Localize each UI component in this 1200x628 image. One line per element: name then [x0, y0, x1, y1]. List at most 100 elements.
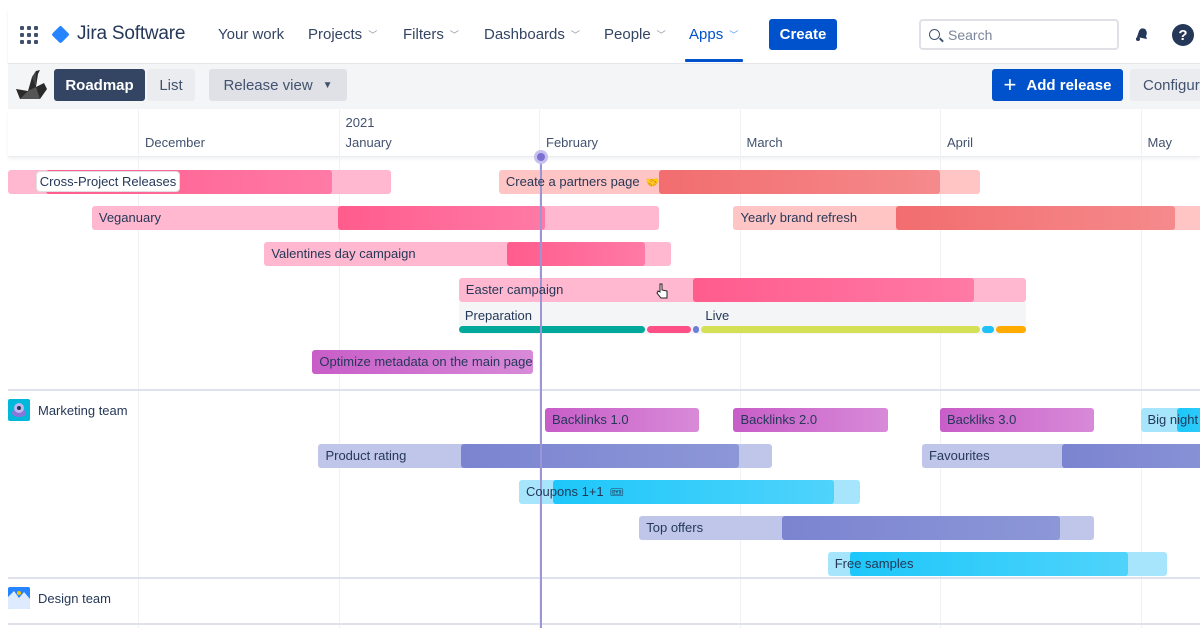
- release-view-dropdown[interactable]: Release view ▼: [209, 69, 347, 101]
- add-release-label: Add release: [1026, 76, 1112, 94]
- group-separator: [8, 623, 1200, 625]
- chevron-down-icon: ﹀: [729, 30, 739, 40]
- hand-cursor-icon: [656, 283, 668, 299]
- release-bar[interactable]: Cross-Project Releases: [7, 170, 391, 194]
- help-icon[interactable]: ?: [1172, 24, 1194, 46]
- search-placeholder: Search: [948, 26, 993, 43]
- list-tab[interactable]: List: [147, 69, 195, 101]
- release-bar[interactable]: Favourites: [921, 444, 1200, 468]
- configure-button[interactable]: Configure: [1130, 69, 1200, 101]
- nav-filters[interactable]: Filters ﹀: [403, 26, 459, 43]
- release-label: Veganuary: [98, 210, 162, 225]
- roadmap-tab[interactable]: Roadmap: [54, 69, 145, 101]
- month-label-march: March: [746, 135, 783, 150]
- phase-segment[interactable]: [647, 326, 692, 333]
- release-progress-fill: [781, 516, 1061, 540]
- release-bar[interactable]: Top offers: [639, 516, 1095, 540]
- nav-dashboards[interactable]: Dashboards ﹀: [484, 26, 580, 43]
- release-bar[interactable]: Free samples: [827, 552, 1167, 576]
- release-bar[interactable]: Create a partners page 🤝: [498, 170, 981, 194]
- release-bar[interactable]: Valentines day campaign: [264, 242, 672, 266]
- month-header: 2021 December January February March April Ma…: [8, 109, 1200, 157]
- release-label: Free samples: [834, 556, 914, 571]
- bell-icon[interactable]: [1134, 26, 1150, 42]
- nav-projects[interactable]: Projects ﹀: [308, 26, 377, 43]
- handshake-icon: 🤝: [645, 177, 660, 189]
- release-label: Cross-Project Releases: [36, 172, 180, 191]
- month-label-february: February: [546, 135, 599, 150]
- group-name: Marketing team: [38, 402, 128, 418]
- phase-segment[interactable]: [982, 326, 995, 333]
- chevron-down-icon: ﹀: [368, 30, 378, 40]
- nav-projects-label: Projects: [308, 26, 363, 43]
- month-label-may: May: [1147, 135, 1173, 150]
- year-label: 2021: [345, 115, 375, 130]
- app-switcher-icon[interactable]: [20, 26, 38, 44]
- nav-your-work[interactable]: Your work: [218, 26, 284, 43]
- nav-dashboards-label: Dashboards: [484, 26, 565, 43]
- nav-people-label: People: [604, 26, 651, 43]
- release-bar[interactable]: Veganuary: [91, 206, 660, 230]
- today-marker-handle[interactable]: [534, 150, 548, 164]
- release-progress-fill: [1062, 444, 1200, 468]
- release-progress-fill: [506, 242, 646, 266]
- group-separator: [8, 389, 1200, 391]
- group-label: Design team: [8, 587, 111, 609]
- release-bar[interactable]: Easter campaign: [458, 278, 1027, 302]
- chevron-down-icon: ﹀: [449, 30, 459, 40]
- phase-segment[interactable]: [996, 326, 1027, 333]
- release-bar[interactable]: Coupons 1+1 🎟: [518, 480, 860, 504]
- mountains-avatar-icon: [8, 587, 30, 609]
- app-name: Jira Software: [77, 23, 186, 44]
- release-label: Backlinks 2.0: [740, 412, 818, 427]
- active-tab-indicator: [685, 59, 743, 62]
- nav-people[interactable]: People ﹀: [604, 26, 666, 43]
- release-view-label: Release view: [223, 76, 313, 94]
- chevron-down-icon: ▼: [322, 79, 333, 91]
- release-bar[interactable]: Backlinks 2.0: [733, 408, 888, 432]
- release-bar[interactable]: Product rating: [318, 444, 772, 468]
- release-progress-fill: [460, 444, 740, 468]
- nav-apps-label: Apps: [689, 26, 724, 43]
- robot-avatar-icon: [8, 399, 30, 421]
- jira-logo[interactable]: Jira Software: [51, 23, 186, 45]
- plus-icon: +: [1003, 72, 1017, 97]
- nav-apps[interactable]: Apps ﹀: [689, 26, 738, 43]
- ticket-icon: 🎟: [609, 487, 624, 499]
- jira-diamond-icon: [51, 24, 70, 44]
- release-progress-fill: [693, 278, 975, 302]
- release-bar[interactable]: Backlinks 1.0: [545, 408, 700, 432]
- release-label: Product rating: [325, 448, 407, 463]
- roadmap-toolbar: Roadmap List Release view ▼ + Add releas…: [8, 64, 1200, 109]
- create-button[interactable]: Create: [769, 19, 837, 50]
- add-release-button[interactable]: + Add release: [992, 69, 1123, 101]
- today-marker-line: [540, 158, 542, 628]
- phase-segment[interactable]: [458, 326, 646, 333]
- month-label-april: April: [947, 135, 974, 150]
- release-label: Favourites: [928, 448, 990, 463]
- release-progress-fill: [659, 170, 940, 194]
- today-marker-dot: [537, 153, 545, 161]
- release-label: Coupons 1+1 🎟: [526, 480, 624, 504]
- release-bar[interactable]: Backliks 3.0: [940, 408, 1095, 432]
- release-label: Backlinks 1.0: [552, 412, 629, 427]
- month-gridline: [1140, 109, 1142, 628]
- release-label: Backliks 3.0: [947, 412, 1017, 427]
- nav-your-work-label: Your work: [218, 26, 285, 43]
- release-label: Easter campaign: [465, 282, 564, 297]
- month-label-december: December: [145, 135, 205, 150]
- group-separator: [8, 577, 1200, 579]
- release-label: Optimize metadata on the main page: [319, 354, 533, 369]
- release-label: Big night: [1147, 412, 1199, 427]
- release-bar[interactable]: Big night: [1140, 408, 1200, 432]
- search-input[interactable]: Search: [919, 19, 1119, 50]
- phase-segment[interactable]: [701, 326, 981, 333]
- release-label: Yearly brand refresh: [740, 210, 858, 225]
- phase-label: Live: [705, 308, 730, 323]
- release-bar[interactable]: Yearly brand refresh: [733, 206, 1200, 230]
- release-bar[interactable]: Optimize metadata on the main page: [312, 350, 533, 374]
- group-label: Marketing team: [8, 399, 128, 421]
- month-label-january: January: [345, 135, 392, 150]
- roadmap-timeline: 2021 December January February March April Ma…: [7, 109, 1200, 628]
- release-progress-fill: [338, 206, 545, 230]
